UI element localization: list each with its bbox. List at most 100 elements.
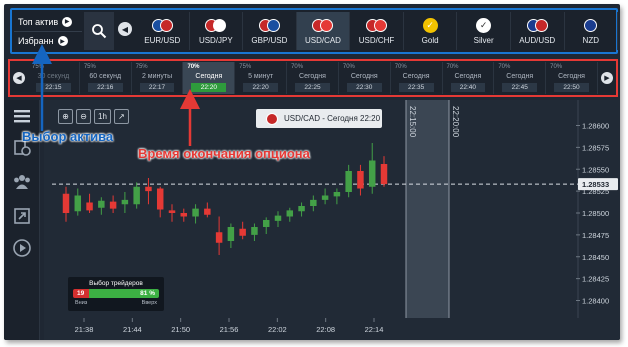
assets-prev-button[interactable]: ◀ [118,22,132,36]
asset-tab[interactable]: USD/JPY [190,12,244,50]
y-tick-label: 1.28400 [582,297,609,306]
asset-tab[interactable]: NZD [565,12,619,50]
x-tick-label: 22:02 [268,325,287,334]
zoom-out-button[interactable]: ⊖ [76,109,91,124]
timeframe-button[interactable]: 1h [94,109,111,124]
traders-choice-bar: 19 81 % [73,289,159,298]
y-tick-label: 1.28500 [582,209,609,218]
top-assets-label: Топ актив [18,16,59,27]
asset-icon [312,18,334,34]
asset-tab-label: USD/CHF [358,35,395,45]
expiry-label: 30 секунд [37,73,70,80]
candle-body [333,192,341,197]
price-chart[interactable]: 22:15:00 22:20:00 1.28600 1.28575 1.28550 1.2… [44,100,620,340]
candle-body [168,210,176,213]
expiry-time: 22:45 [502,83,538,92]
asset-selector-bar: Топ актив ▶ Избранн ▶ ◀ EUR/USD USD/JPY GB… [10,8,619,54]
expiry-option[interactable]: 75% 5 минут 22:20 [235,62,288,94]
expiry-option[interactable]: 75% 60 секунд 22:16 [80,62,132,94]
asset-tab[interactable]: USD/CHF [350,12,404,50]
expiry-time: 22:15 [36,83,71,92]
candle-body [86,202,93,211]
currency-flag-icon [584,19,598,32]
trading-platform: Топ актив ▶ Избранн ▶ ◀ EUR/USD USD/JPY GB… [4,4,620,340]
expiry-payout: 75% [135,64,148,70]
y-tick-label: 1.28450 [582,253,609,262]
candle-body [156,188,164,210]
asset-tab[interactable]: USD/CAD [296,12,351,50]
x-tick-label: 22:14 [365,325,384,334]
expiry-payout: 75% [32,64,45,70]
candle-body [357,171,364,189]
x-tick-label: 21:44 [123,325,142,334]
candle-body [98,200,105,208]
asset-choice-annotation: Выбор актива [22,129,114,144]
expiry-option[interactable]: 70% Сегодня 22:20 [183,62,236,94]
currency-flag-icon [534,19,548,32]
traders-down-share: 19 [73,289,90,298]
zoom-in-icon: ⊕ [62,112,69,121]
expiry-time-annotation: Время окончания опциона [138,146,310,161]
asset-tab[interactable]: EUR/USD [136,12,190,50]
expiry-prev-button[interactable]: ◀ [13,72,25,84]
chart-asset-label-text: USD/CAD - Сегодня 22:20 [284,114,381,123]
asset-icon [258,18,280,34]
candle-body [133,186,140,205]
asset-icon [526,18,548,34]
expiry-label: 2 минуты [141,73,173,80]
usd-cad-flag-icon [266,112,278,125]
expiry-option[interactable]: 70% Сегодня 22:35 [391,62,443,94]
expiry-option[interactable]: 70% Сегодня 22:25 [287,62,339,94]
expiry-option[interactable]: 70% Сегодня 22:45 [494,62,547,94]
social-trading-button[interactable] [12,172,32,192]
top-assets-button[interactable]: Топ актив ▶ [14,12,82,31]
currency-flag-icon [266,19,280,32]
asset-tab[interactable]: AUD/USD [511,12,565,50]
expiry-label: Сегодня [299,73,326,80]
expiry-option[interactable]: 70% Сегодня 22:30 [339,62,391,94]
expiry-time: 22:20 [243,83,279,92]
x-tick-label: 22:08 [316,325,335,334]
asset-tab[interactable]: ✓ Gold [404,12,458,50]
play-button[interactable] [12,238,32,258]
expiry-option[interactable]: 70% Сегодня 22:40 [443,62,495,94]
expiry-label: Сегодня [195,73,223,80]
expiry-option[interactable]: 75% 2 минуты 22:17 [132,62,184,94]
expiry-label: 5 минут [248,73,274,80]
quick-menu: Топ актив ▶ Избранн ▶ [14,12,82,50]
asset-tab[interactable]: ✓ Silver [457,12,511,50]
candle-body [204,208,211,215]
candle-body [192,208,199,217]
traders-up-label: Вверх [141,300,157,306]
x-tick-label: 21:50 [171,325,190,334]
y-tick-label: 1.28475 [582,231,609,240]
asset-tab-label: Gold [421,35,439,45]
search-button[interactable] [84,12,114,50]
menu-button[interactable] [12,106,32,126]
asset-tab[interactable]: GBP/USD [243,12,297,50]
current-price-label: 1.28533 [582,180,609,189]
y-tick-label: 1.28550 [582,165,609,174]
fullscreen-icon [14,208,30,224]
zoom-out-icon: ⊖ [80,112,87,121]
expiry-payout: 70% [291,64,304,70]
currency-flag-icon [320,19,334,32]
candle-body [368,160,376,187]
drawing-tool-button[interactable]: ↗ [114,109,129,124]
expiry-time: 22:40 [450,83,486,92]
expiry-selector: ◀ 75% 30 секунд 22:15 75% 60 секунд 22:16 75% 2… [8,59,618,97]
candle-body [380,164,388,185]
candle-body [286,210,294,217]
candle-body [310,199,317,206]
expiry-next-button[interactable]: ▶ [601,72,613,84]
asset-tab-label: USD/JPY [198,35,233,45]
expiry-option[interactable]: 70% Сегодня 22:50 [546,62,598,94]
zoom-in-button[interactable]: ⊕ [58,109,73,124]
asset-icon: ✓ [422,18,438,34]
expiry-payout: 70% [550,64,563,70]
favorites-button[interactable]: Избранн ▶ [14,31,82,50]
y-tick-label: 1.28575 [582,143,609,152]
fullscreen-button[interactable] [12,206,32,226]
expiry-time: 22:20 [191,83,227,92]
expiry-option[interactable]: 75% 30 секунд 22:15 [28,62,80,94]
